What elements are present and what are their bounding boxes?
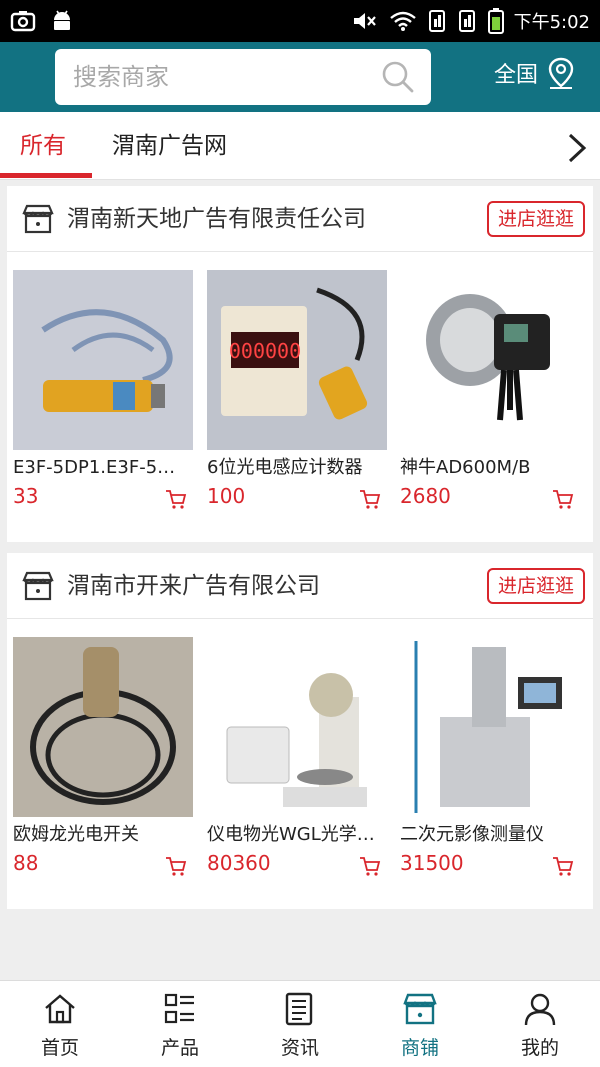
cart-icon[interactable] [165,855,187,877]
region-selector[interactable]: 全国 [494,56,576,90]
home-icon [45,994,75,1024]
cart-icon[interactable] [552,855,574,877]
visit-shop-button[interactable]: 进店逛逛 [487,201,585,237]
sim-signal-2-icon [458,9,478,33]
nav-news[interactable]: 资讯 [240,981,360,1067]
status-bar: 下午5:02 [0,0,600,42]
storefront-icon [22,204,54,234]
product-image[interactable]: 000000 [207,270,387,450]
product-image[interactable] [400,270,580,450]
list-icon [164,993,194,1024]
product-list: 欧姆龙光电开关 88 仪电物光WGL光学仪器 80360 二次元影像测量仪 31… [7,619,593,909]
cart-icon[interactable] [165,488,187,510]
search-input[interactable] [73,49,373,105]
region-label: 全国 [494,63,539,88]
nav-label: 商铺 [400,1037,439,1059]
tab-active-indicator [0,173,92,178]
bottom-nav: 首页 产品 资讯 商铺 我的 [0,980,600,1067]
shop-header: 渭南市开来广告有限公司 进店逛逛 [7,553,593,619]
product-name: 神牛AD600M/B [400,457,531,478]
search-icon[interactable] [381,60,415,94]
sim-signal-icon [428,9,448,33]
nav-label: 资讯 [280,1037,319,1059]
mute-icon [352,10,378,32]
product-item[interactable]: 欧姆龙光电开关 88 [13,637,193,877]
nav-products[interactable]: 产品 [120,981,240,1067]
category-tabs: 所有 渭南广告网 [0,112,600,180]
android-icon [50,9,74,33]
cart-icon[interactable] [359,855,381,877]
shop-header: 渭南新天地广告有限责任公司 进店逛逛 [7,186,593,252]
nav-home[interactable]: 首页 [0,981,120,1067]
product-name: E3F-5DP1.E3F-5DN1 [13,457,189,478]
nav-me[interactable]: 我的 [480,981,600,1067]
nav-label: 产品 [160,1037,199,1059]
storefront-icon [22,571,54,601]
header: 全国 [0,42,600,112]
shop-icon [403,993,437,1025]
svg-text:000000: 000000 [229,339,301,363]
news-icon [285,992,313,1026]
product-item[interactable]: E3F-5DP1.E3F-5DN1 33 [13,270,193,510]
product-name: 6位光电感应计数器 [207,457,363,478]
product-image[interactable] [207,637,387,817]
cart-icon[interactable] [552,488,574,510]
product-item[interactable]: 神牛AD600M/B 2680 [400,270,580,510]
tab-weinan-ad[interactable]: 渭南广告网 [112,112,227,180]
wifi-icon [388,10,418,32]
screenshot-icon [10,10,36,32]
nav-shops[interactable]: 商铺 [360,981,480,1067]
product-name: 仪电物光WGL光学仪器 [207,824,383,845]
shop-name[interactable]: 渭南市开来广告有限公司 [67,553,320,619]
cart-icon[interactable] [359,488,381,510]
product-image[interactable] [13,637,193,817]
product-name: 欧姆龙光电开关 [13,824,139,845]
user-icon [524,993,556,1026]
product-name: 二次元影像测量仪 [400,824,544,845]
product-item[interactable]: 000000 6位光电感应计数器 100 [207,270,387,510]
product-item[interactable]: 二次元影像测量仪 31500 [400,637,580,877]
chevron-right-icon[interactable] [562,132,590,164]
product-image[interactable] [400,637,580,817]
product-image[interactable] [13,270,193,450]
shop-card: 渭南市开来广告有限公司 进店逛逛 欧姆龙光电开关 88 仪电物光WGL光学仪器 … [7,553,593,909]
location-pin-icon [548,57,574,89]
status-time: 下午5:02 [513,12,590,33]
nav-label: 我的 [520,1037,559,1059]
visit-shop-button[interactable]: 进店逛逛 [487,568,585,604]
tab-all[interactable]: 所有 [20,112,66,180]
product-list: E3F-5DP1.E3F-5DN1 33 000000 6位光电感应计数器 10… [7,252,593,542]
shop-card: 渭南新天地广告有限责任公司 进店逛逛 E3F-5DP1.E3F-5DN1 33 … [7,186,593,542]
nav-label: 首页 [40,1037,79,1059]
product-item[interactable]: 仪电物光WGL光学仪器 80360 [207,637,387,877]
search-box[interactable] [55,49,431,105]
battery-icon [487,8,504,34]
shop-name[interactable]: 渭南新天地广告有限责任公司 [67,186,366,252]
